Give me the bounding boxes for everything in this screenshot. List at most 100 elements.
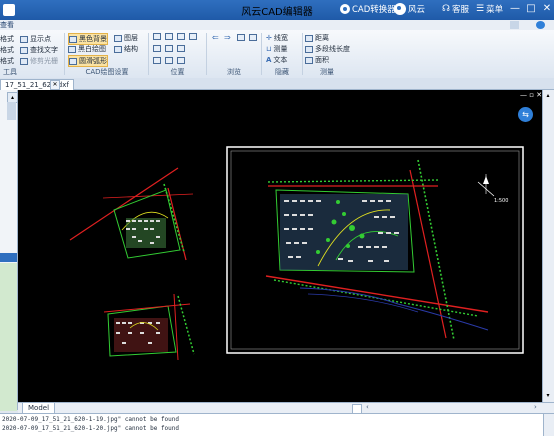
minimize-button[interactable]: — <box>508 2 522 16</box>
structure-button[interactable]: 结构 <box>114 44 138 54</box>
text-icon: A <box>266 56 272 64</box>
cad-drawing: 1:500 <box>69 146 524 361</box>
close-button[interactable]: ✕ <box>540 2 554 16</box>
browse-settings-icon[interactable] <box>249 34 257 41</box>
scroll-right-icon[interactable]: › <box>534 403 537 411</box>
document-tab[interactable]: 17_51_21_620.dxf <box>0 79 74 90</box>
trim-raster-label: 修剪光栅 <box>30 57 58 65</box>
fengyun-icon <box>394 3 406 15</box>
measure-group-label: 测量 <box>320 68 334 76</box>
rotate-icon[interactable] <box>153 57 161 64</box>
polyline-length-label: 多段线长度 <box>315 45 350 53</box>
command-line-1: 2020-07-09_17_51_21_620-1-19.jpg" cannot… <box>2 416 180 423</box>
position-group-label: 位置 <box>170 68 185 76</box>
show-points-label: 显示点 <box>30 35 51 43</box>
forward-arrow-icon[interactable]: ⇒ <box>224 33 231 42</box>
service-label: 客服 <box>452 5 470 15</box>
pan-icon[interactable] <box>189 33 197 40</box>
text-toggle-button[interactable]: A 文本 <box>266 55 287 65</box>
canvas-window-controls[interactable]: — ▫ ✕ <box>520 91 542 99</box>
distance-icon <box>305 34 313 42</box>
window-title: 风云CAD编辑器 <box>241 7 313 18</box>
trim-raster-button[interactable]: 修剪光栅 <box>20 56 58 66</box>
draw-settings-group-label: CAD绘图设置 <box>85 68 129 76</box>
headset-icon: ☊ <box>442 4 450 14</box>
layers-button[interactable]: 图层 <box>114 33 138 43</box>
zoom-previous-icon[interactable] <box>165 57 173 64</box>
command-scrollbar[interactable] <box>543 414 554 436</box>
close-document-icon[interactable]: ✕ <box>50 80 60 90</box>
format-item-2[interactable]: 格式 <box>0 45 14 55</box>
fengyun-label: 风云 <box>408 5 426 15</box>
layers-label: 图层 <box>124 34 138 42</box>
command-line-2: 2020-07-09_17_51_21_620-1-20.jpg" cannot… <box>2 425 180 432</box>
black-background-label: 黑色背景 <box>79 35 107 43</box>
distance-button[interactable]: 距离 <box>305 33 329 43</box>
menu-button[interactable]: ☰ 菜单 <box>476 3 503 15</box>
properties-panel <box>0 263 17 411</box>
group-separator <box>261 33 262 75</box>
vertical-scrollbar[interactable] <box>542 90 554 402</box>
lineweight-button[interactable]: ✛ 线宽 <box>266 33 288 43</box>
area-icon <box>305 56 313 64</box>
ribbon-style-icon[interactable] <box>510 21 519 29</box>
document-tab-bar <box>0 78 554 90</box>
float-toggle-button[interactable]: ⇆ <box>518 107 533 122</box>
group-separator <box>64 33 65 75</box>
site-plan-small-bottom <box>103 293 195 361</box>
command-output: 2020-07-09_17_51_21_620-1-19.jpg" cannot… <box>0 413 554 439</box>
tools-group-label: 工具 <box>3 68 17 76</box>
background-icon <box>69 35 77 43</box>
scroll-left-icon[interactable]: ‹ <box>366 403 369 411</box>
menu-icon: ☰ <box>476 4 485 14</box>
text-toggle-label: 文本 <box>273 56 288 64</box>
group-separator <box>302 33 303 75</box>
service-button[interactable]: ☊ 客服 <box>442 3 469 15</box>
area-button[interactable]: 面积 <box>305 55 329 65</box>
polyline-length-button[interactable]: 多段线长度 <box>305 44 350 54</box>
hide-group-label: 隐藏 <box>275 68 289 76</box>
find-text-button[interactable]: 查找文字 <box>20 45 58 55</box>
structure-icon <box>114 45 122 53</box>
show-points-button[interactable]: 显示点 <box>20 34 51 44</box>
zoom-extents-icon[interactable] <box>153 33 161 40</box>
bw-drawing-label: 黑白绘图 <box>78 45 106 53</box>
fengyun-button[interactable]: 风云 <box>394 3 425 15</box>
zoom-window-icon[interactable] <box>165 33 173 40</box>
structure-label: 结构 <box>124 45 138 53</box>
converter-label: CAD转换器 <box>352 5 396 15</box>
smooth-arc-button[interactable]: 圆滑弧形 <box>68 55 108 67</box>
tab-view[interactable]: 查看 <box>0 20 14 30</box>
polyline-icon <box>305 45 313 53</box>
cad-canvas[interactable]: 1:500 <box>18 90 542 402</box>
maximize-button[interactable]: □ <box>524 2 538 16</box>
lineweight-label: 线宽 <box>273 34 288 42</box>
trim-raster-icon <box>20 57 28 65</box>
measure-toggle-label: 测量 <box>273 45 288 53</box>
scroll-up-icon[interactable]: ▴ <box>544 92 552 100</box>
zoom-out-icon[interactable] <box>177 45 185 52</box>
bw-drawing-button[interactable]: 黑白绘图 <box>68 44 106 54</box>
zoom-realtime-icon[interactable] <box>153 45 161 52</box>
format-item-3[interactable]: 格式 <box>0 56 14 66</box>
north-arrow <box>477 174 495 197</box>
site-plan-main: 1:500 <box>265 159 508 341</box>
north-arrow-label: 1:500 <box>494 198 508 204</box>
help-icon[interactable] <box>536 21 545 29</box>
points-icon <box>20 35 28 43</box>
area-label: 面积 <box>315 56 329 64</box>
arc-icon <box>69 57 77 65</box>
scroll-down-icon[interactable]: ▾ <box>544 392 552 400</box>
ruler-icon: ⊔ <box>266 45 272 53</box>
zoom-in-icon[interactable] <box>177 33 185 40</box>
format-item-1[interactable]: 格式 <box>0 34 14 44</box>
bw-icon <box>68 45 76 53</box>
panel-scroll-thumb[interactable] <box>7 102 16 120</box>
measure-toggle-button[interactable]: ⊔ 测量 <box>266 44 287 54</box>
zoom-all-icon[interactable] <box>165 45 173 52</box>
back-arrow-icon[interactable]: ⇐ <box>212 33 219 42</box>
converter-icon <box>340 4 350 14</box>
cad-converter-button[interactable]: CAD转换器 <box>340 3 396 15</box>
zoom-options-icon[interactable] <box>177 57 185 64</box>
browse-icon[interactable] <box>237 34 245 41</box>
